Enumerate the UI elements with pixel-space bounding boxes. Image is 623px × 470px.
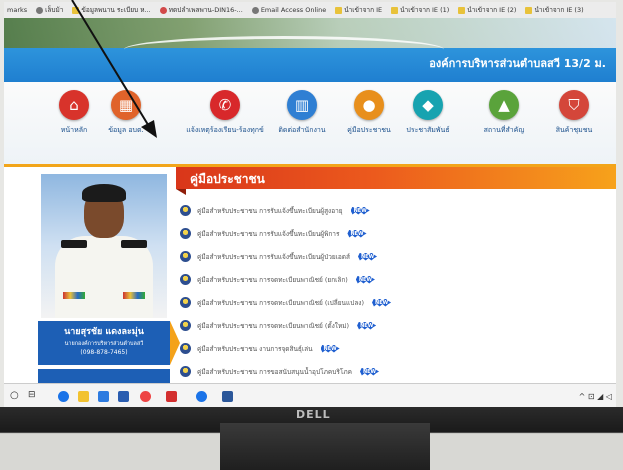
annotation-arrow [71, 0, 157, 138]
monitor: marks เล็บม้า ข้อมูลพนาน ระเบียบ ห... ทดปลำ… [0, 0, 623, 470]
